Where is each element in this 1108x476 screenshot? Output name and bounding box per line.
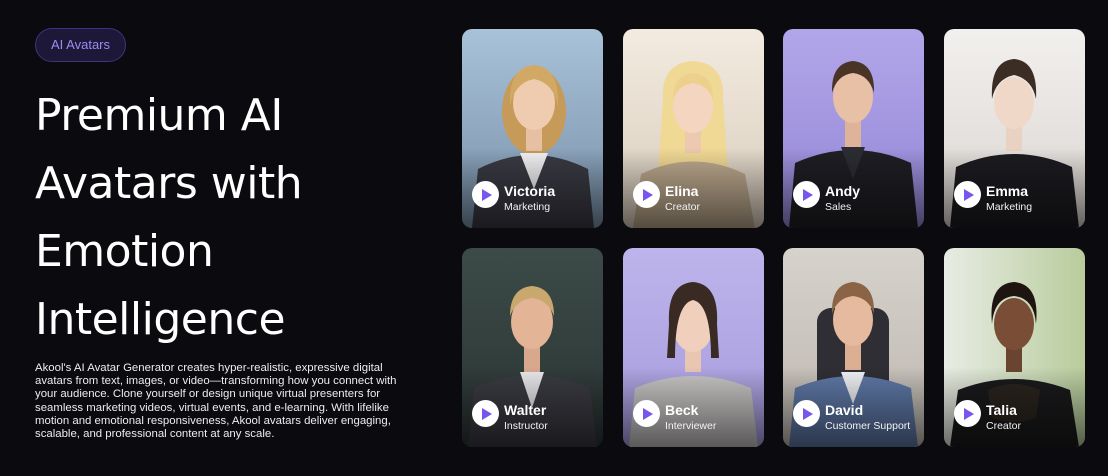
avatar-role: Sales <box>825 201 852 213</box>
page-title: Premium AI Avatars with Emotion Intellig… <box>35 82 425 354</box>
avatar-grid: Victoria Marketing Elina Creator Andy Sa… <box>462 29 1085 447</box>
ai-avatars-badge: AI Avatars <box>35 28 127 62</box>
headline-line-2: Avatars with <box>35 158 303 209</box>
play-icon[interactable] <box>472 181 499 208</box>
avatar-name: Elina <box>665 183 699 199</box>
headline-line-1: Premium AI <box>35 90 283 141</box>
avatar-card-talia[interactable]: Talia Creator <box>944 248 1085 447</box>
avatar-card-david[interactable]: David Customer Support <box>783 248 924 447</box>
play-icon[interactable] <box>954 400 981 427</box>
play-icon[interactable] <box>633 181 660 208</box>
avatar-role: Marketing <box>504 201 551 213</box>
avatar-card-elina[interactable]: Elina Creator <box>623 29 764 228</box>
avatar-card-victoria[interactable]: Victoria Marketing <box>462 29 603 228</box>
headline-line-3: Emotion <box>35 226 214 277</box>
avatar-role: Marketing <box>986 201 1033 213</box>
avatar-name: Emma <box>986 183 1029 199</box>
play-icon[interactable] <box>633 400 660 427</box>
avatar-name: Andy <box>825 183 860 199</box>
play-icon[interactable] <box>472 400 499 427</box>
description: Akool's AI Avatar Generator creates hype… <box>35 362 397 441</box>
avatar-card-walter[interactable]: Walter Instructor <box>462 248 603 447</box>
avatar-card-emma[interactable]: Emma Marketing <box>944 29 1085 228</box>
avatar-role: Creator <box>986 420 1022 432</box>
avatar-card-beck[interactable]: Beck Interviewer <box>623 248 764 447</box>
avatar-name: Victoria <box>504 183 556 199</box>
avatar-name: Walter <box>504 402 547 418</box>
avatar-role: Creator <box>665 201 701 213</box>
avatar-role: Instructor <box>504 420 548 432</box>
avatar-name: Beck <box>665 402 699 418</box>
avatar-name: David <box>825 402 864 418</box>
avatar-card-andy[interactable]: Andy Sales <box>783 29 924 228</box>
avatar-role: Interviewer <box>665 420 717 432</box>
avatar-name: Talia <box>986 402 1017 418</box>
hero-text: AI Avatars Premium AI Avatars with Emoti… <box>35 28 425 354</box>
headline-line-4: Intelligence <box>35 294 286 345</box>
play-icon[interactable] <box>954 181 981 208</box>
play-icon[interactable] <box>793 400 820 427</box>
avatar-role: Customer Support <box>825 420 911 432</box>
play-icon[interactable] <box>793 181 820 208</box>
